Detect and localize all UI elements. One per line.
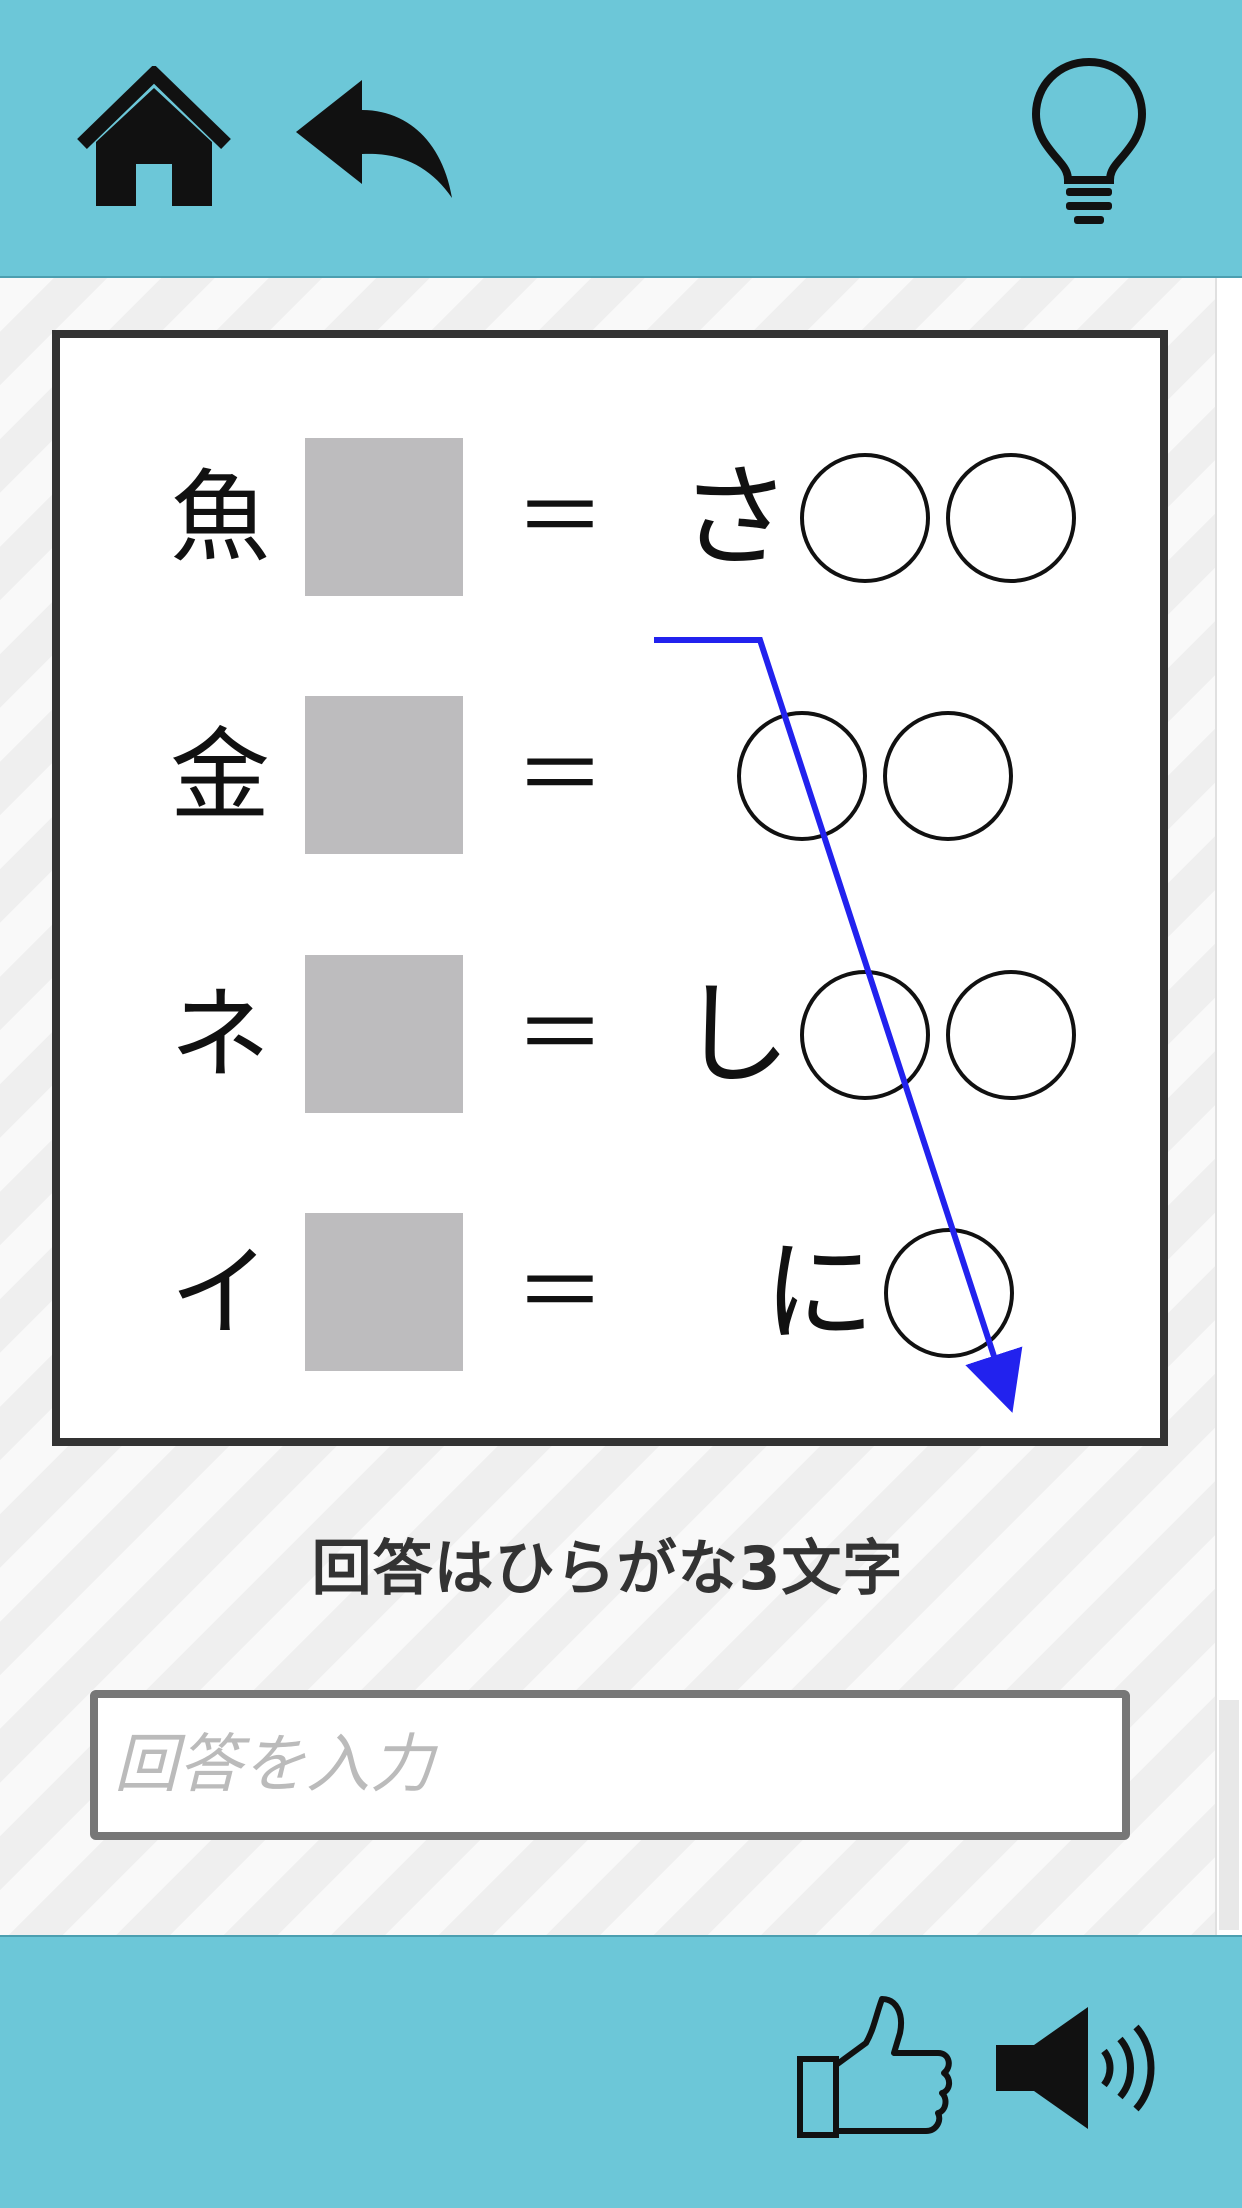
answer-input[interactable] bbox=[90, 1690, 1130, 1840]
scrollbar-track[interactable] bbox=[1215, 278, 1242, 1935]
puzzle-board: 魚 ＝ さ 金 ＝ ネ ＝ し イ ＝ に bbox=[52, 330, 1168, 1446]
answer-slots: さ bbox=[670, 438, 1076, 598]
answer-kana: に bbox=[763, 1228, 875, 1358]
empty-circle bbox=[946, 970, 1076, 1100]
empty-circle bbox=[883, 711, 1013, 841]
row-character: 魚 bbox=[170, 459, 270, 576]
puzzle-row: 魚 ＝ さ bbox=[60, 438, 1160, 598]
answer-slots: に bbox=[754, 1213, 1014, 1373]
answer-kana: さ bbox=[679, 453, 791, 583]
undo-arrow-icon[interactable] bbox=[296, 80, 456, 202]
answer-slots bbox=[737, 696, 1013, 856]
scrollbar-thumb[interactable] bbox=[1219, 1700, 1239, 1930]
row-character: イ bbox=[170, 1234, 270, 1351]
equals-sign: ＝ bbox=[515, 465, 605, 570]
answer-slots: し bbox=[670, 955, 1076, 1115]
empty-circle bbox=[737, 711, 867, 841]
equals-sign: ＝ bbox=[515, 982, 605, 1087]
answer-kana: し bbox=[679, 970, 791, 1100]
bottom-toolbar bbox=[0, 1935, 1242, 2208]
home-icon[interactable] bbox=[76, 66, 232, 210]
row-character: 金 bbox=[170, 717, 270, 834]
puzzle-row: 金 ＝ bbox=[60, 696, 1160, 856]
blank-box bbox=[305, 955, 463, 1113]
speaker-icon[interactable] bbox=[994, 2003, 1160, 2133]
top-toolbar bbox=[0, 0, 1242, 278]
equals-sign: ＝ bbox=[515, 723, 605, 828]
thumbs-up-icon[interactable] bbox=[796, 1993, 956, 2139]
empty-circle bbox=[800, 970, 930, 1100]
equals-sign: ＝ bbox=[515, 1240, 605, 1345]
puzzle-row: イ ＝ に bbox=[60, 1213, 1160, 1373]
lightbulb-icon[interactable] bbox=[1030, 56, 1148, 226]
puzzle-row: ネ ＝ し bbox=[60, 955, 1160, 1115]
row-character: ネ bbox=[170, 976, 270, 1093]
blank-box bbox=[305, 696, 463, 854]
blank-box bbox=[305, 1213, 463, 1371]
empty-circle bbox=[884, 1228, 1014, 1358]
answer-instruction: 回答はひらがな3文字 bbox=[311, 1534, 904, 1604]
empty-circle bbox=[800, 453, 930, 583]
blank-box bbox=[305, 438, 463, 596]
empty-circle bbox=[946, 453, 1076, 583]
